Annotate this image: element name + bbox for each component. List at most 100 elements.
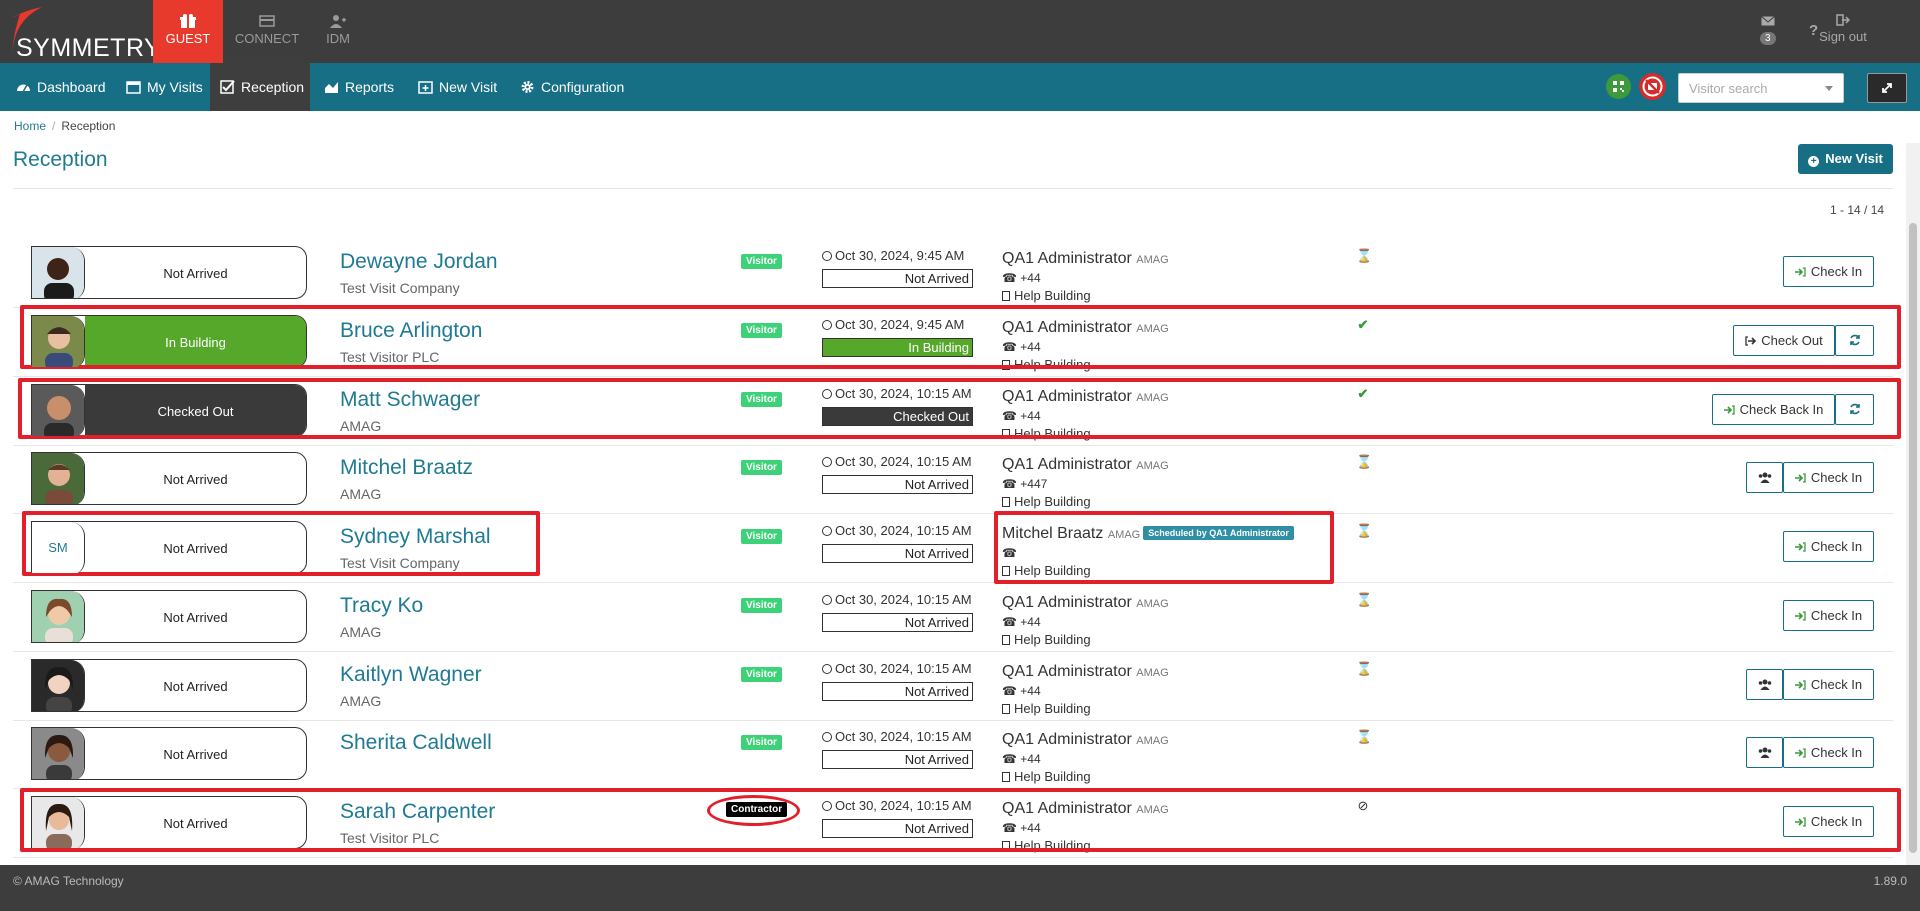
visitor-status-pill[interactable]: Not Arrived bbox=[31, 659, 307, 712]
visitor-name[interactable]: Tracy Ko bbox=[340, 594, 423, 618]
breadcrumb-separator: / bbox=[52, 119, 56, 133]
host-building: Help Building bbox=[1002, 288, 1091, 303]
visitor-status-pill[interactable]: Not Arrived bbox=[31, 590, 307, 643]
users-icon bbox=[1758, 472, 1771, 483]
scrollbar[interactable] bbox=[1906, 143, 1920, 865]
nav-reports[interactable]: Reports bbox=[314, 63, 404, 111]
nav-dashboard[interactable]: Dashboard bbox=[6, 63, 116, 111]
group-visitors-button[interactable] bbox=[1746, 737, 1783, 768]
visitor-name[interactable]: Sherita Caldwell bbox=[340, 731, 492, 755]
group-visitors-button[interactable] bbox=[1746, 669, 1783, 700]
sign-in-icon bbox=[1794, 267, 1806, 277]
visit-time: Oct 30, 2024, 10:15 AM bbox=[822, 798, 972, 813]
visitor-company: AMAG bbox=[340, 624, 382, 640]
refresh-button[interactable] bbox=[1835, 394, 1874, 425]
symmetry-logo[interactable]: SYMMETRYTM bbox=[6, 4, 173, 62]
host-phone: ☎ +447 bbox=[1002, 477, 1047, 491]
visitor-status-label: Not Arrived bbox=[163, 747, 228, 762]
visitor-status-pill[interactable]: Checked Out bbox=[31, 384, 307, 437]
visitor-status-label: Not Arrived bbox=[163, 679, 228, 694]
host-building-text: Help Building bbox=[1014, 288, 1091, 303]
host-phone-text: +44 bbox=[1020, 271, 1041, 285]
tab-connect[interactable]: CONNECT bbox=[232, 0, 302, 63]
check-in-button[interactable]: Check In bbox=[1783, 600, 1874, 631]
refresh-button[interactable] bbox=[1835, 325, 1874, 356]
disable-scanner-button[interactable] bbox=[1639, 73, 1666, 100]
host-building: Help Building bbox=[1002, 494, 1091, 509]
check-in-button[interactable]: Check In bbox=[1783, 256, 1874, 287]
nav-configuration[interactable]: Configuration bbox=[510, 63, 634, 111]
nav-my-visits[interactable]: My Visits bbox=[116, 63, 213, 111]
check-out-button[interactable]: Check Out bbox=[1733, 325, 1835, 356]
visitor-status-pill[interactable]: SM Not Arrived bbox=[31, 521, 307, 574]
host-name-text: QA1 Administrator bbox=[1002, 800, 1132, 817]
user-plus-icon bbox=[330, 15, 346, 28]
visitor-status-pill[interactable]: Not Arrived bbox=[31, 246, 307, 299]
phone-icon: ☎ bbox=[1002, 271, 1021, 285]
sign-in-icon bbox=[1794, 473, 1806, 483]
nav-new-visit[interactable]: New Visit bbox=[408, 63, 507, 111]
check-in-label: Check In bbox=[1810, 608, 1863, 623]
sign-out-button[interactable]: Sign out bbox=[1808, 14, 1878, 44]
messages-button[interactable]: 3 bbox=[1760, 14, 1776, 45]
visitor-name[interactable]: Dewayne Jordan bbox=[340, 250, 498, 274]
qr-scan-button[interactable] bbox=[1606, 74, 1631, 99]
card-icon bbox=[259, 15, 275, 27]
phone-icon: ☎ bbox=[1002, 752, 1021, 766]
visitor-status-pill[interactable]: In Building bbox=[31, 315, 307, 368]
breadcrumb-home[interactable]: Home bbox=[14, 119, 46, 133]
visitor-status-pill[interactable]: Not Arrived bbox=[31, 452, 307, 505]
visitor-name[interactable]: Matt Schwager bbox=[340, 388, 480, 412]
host-name-text: Mitchel Braatz bbox=[1002, 525, 1104, 542]
scrollbar-thumb[interactable] bbox=[1909, 223, 1917, 853]
hourglass-icon: ⌛ bbox=[1356, 454, 1373, 469]
visitor-name[interactable]: Bruce Arlington bbox=[340, 319, 482, 343]
visit-time: Oct 30, 2024, 9:45 AM bbox=[822, 248, 964, 263]
check-in-button[interactable]: Check In bbox=[1783, 462, 1874, 493]
visitor-type-badge: Visitor bbox=[741, 392, 782, 407]
visitor-name[interactable]: Sarah Carpenter bbox=[340, 800, 495, 824]
new-visit-label: New Visit bbox=[1825, 151, 1883, 166]
visitor-search-input[interactable]: Visitor search bbox=[1678, 73, 1844, 103]
group-visitors-button[interactable] bbox=[1746, 462, 1783, 493]
visitor-name[interactable]: Sydney Marshal bbox=[340, 525, 491, 549]
host-phone-text: +44 bbox=[1020, 615, 1041, 629]
check-in-button[interactable]: Check In bbox=[1783, 531, 1874, 562]
tab-guest-label: GUEST bbox=[165, 31, 211, 46]
tab-idm[interactable]: IDM bbox=[303, 0, 373, 63]
visit-time-text: Oct 30, 2024, 10:15 AM bbox=[835, 386, 972, 401]
host-name-text: QA1 Administrator bbox=[1002, 250, 1132, 267]
visitor-status-label: Not Arrived bbox=[163, 472, 228, 487]
host-building-text: Help Building bbox=[1014, 632, 1091, 647]
clock-icon bbox=[822, 732, 832, 742]
fullscreen-button[interactable] bbox=[1867, 73, 1907, 103]
tab-guest[interactable]: GUEST bbox=[153, 0, 223, 63]
host-phone-text: +447 bbox=[1020, 477, 1048, 491]
clock-icon bbox=[822, 595, 832, 605]
visitor-status-pill[interactable]: Not Arrived bbox=[31, 727, 307, 780]
check-in-button[interactable]: Check In bbox=[1783, 806, 1874, 837]
host-phone-text: +44 bbox=[1020, 684, 1041, 698]
nav-reception[interactable]: Reception bbox=[210, 63, 310, 111]
clock-icon bbox=[822, 251, 832, 261]
phone-icon: ☎ bbox=[1002, 684, 1021, 698]
check-back-in-button[interactable]: Check Back In bbox=[1712, 394, 1835, 425]
title-divider bbox=[13, 188, 1893, 189]
visitor-company: AMAG bbox=[340, 418, 382, 434]
visitor-status-label: Not Arrived bbox=[163, 541, 228, 556]
clock-icon bbox=[822, 664, 832, 674]
visit-status-box: Not Arrived bbox=[822, 682, 973, 701]
visitor-type-badge: Visitor bbox=[741, 529, 782, 544]
visitor-name[interactable]: Mitchel Braatz bbox=[340, 456, 473, 480]
hourglass-icon: ⌛ bbox=[1356, 592, 1373, 607]
visitor-status-pill[interactable]: Not Arrived bbox=[31, 796, 307, 849]
check-in-button[interactable]: Check In bbox=[1783, 737, 1874, 768]
host-name: QA1 Administrator AMAG bbox=[1002, 594, 1169, 612]
host-name-text: QA1 Administrator bbox=[1002, 319, 1132, 336]
new-visit-button[interactable]: + New Visit bbox=[1798, 144, 1893, 174]
visitor-name[interactable]: Kaitlyn Wagner bbox=[340, 663, 482, 687]
visit-time: Oct 30, 2024, 10:15 AM bbox=[822, 523, 972, 538]
logo-text: SYMMETRYTM bbox=[16, 34, 173, 62]
visit-status-box: Not Arrived bbox=[822, 475, 973, 494]
check-in-button[interactable]: Check In bbox=[1783, 669, 1874, 700]
